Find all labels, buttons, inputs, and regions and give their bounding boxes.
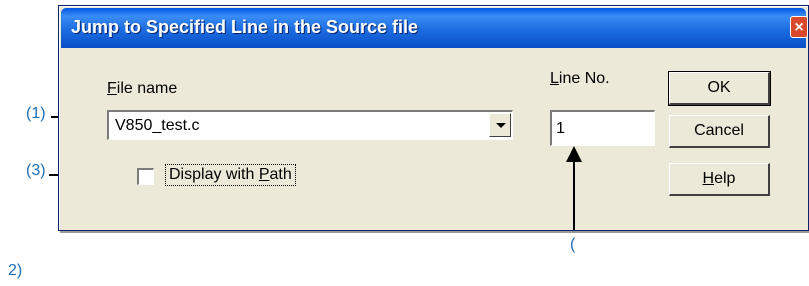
help-label-rest: elp [714,170,736,187]
file-name-combobox[interactable]: V850_test.c [107,110,513,140]
display-path-label-rest: ath [269,166,292,183]
file-name-dropdown-button[interactable] [489,113,511,137]
file-name-label-rest: ile name [116,80,178,97]
file-name-label: File name [107,80,177,98]
help-button[interactable]: Help [669,163,770,196]
cancel-button[interactable]: Cancel [669,115,770,148]
chevron-down-icon [496,123,506,128]
dialog-title: Jump to Specified Line in the Source fil… [71,17,419,37]
annotation-2-arrow-head [566,146,582,162]
jump-to-line-dialog: Jump to Specified Line in the Source fil… [58,5,809,231]
display-path-label-pre: Display with [169,166,259,183]
display-with-path-label[interactable]: Display with Path [165,164,296,186]
help-label-accel: H [702,170,715,187]
line-no-input[interactable] [550,110,655,146]
annotation-2a: ( [570,236,576,253]
display-with-path-checkbox[interactable] [137,168,154,185]
annotation-2b: 2) [8,262,23,279]
annotation-1: (1) [26,105,46,122]
ok-button[interactable]: OK [668,71,771,106]
dialog-titlebar: Jump to Specified Line in the Source fil… [61,8,808,48]
annotation-2-arrow-line [573,160,575,230]
line-no-label-rest: ine No. [558,70,610,87]
line-no-label-accel: L [550,70,559,87]
file-name-value: V850_test.c [115,117,200,134]
file-name-label-accel: F [107,80,117,97]
close-icon[interactable]: × [790,16,808,38]
annotation-3: (3) [26,162,46,179]
display-path-label-accel: P [258,166,270,183]
line-no-label: Line No. [550,70,610,88]
